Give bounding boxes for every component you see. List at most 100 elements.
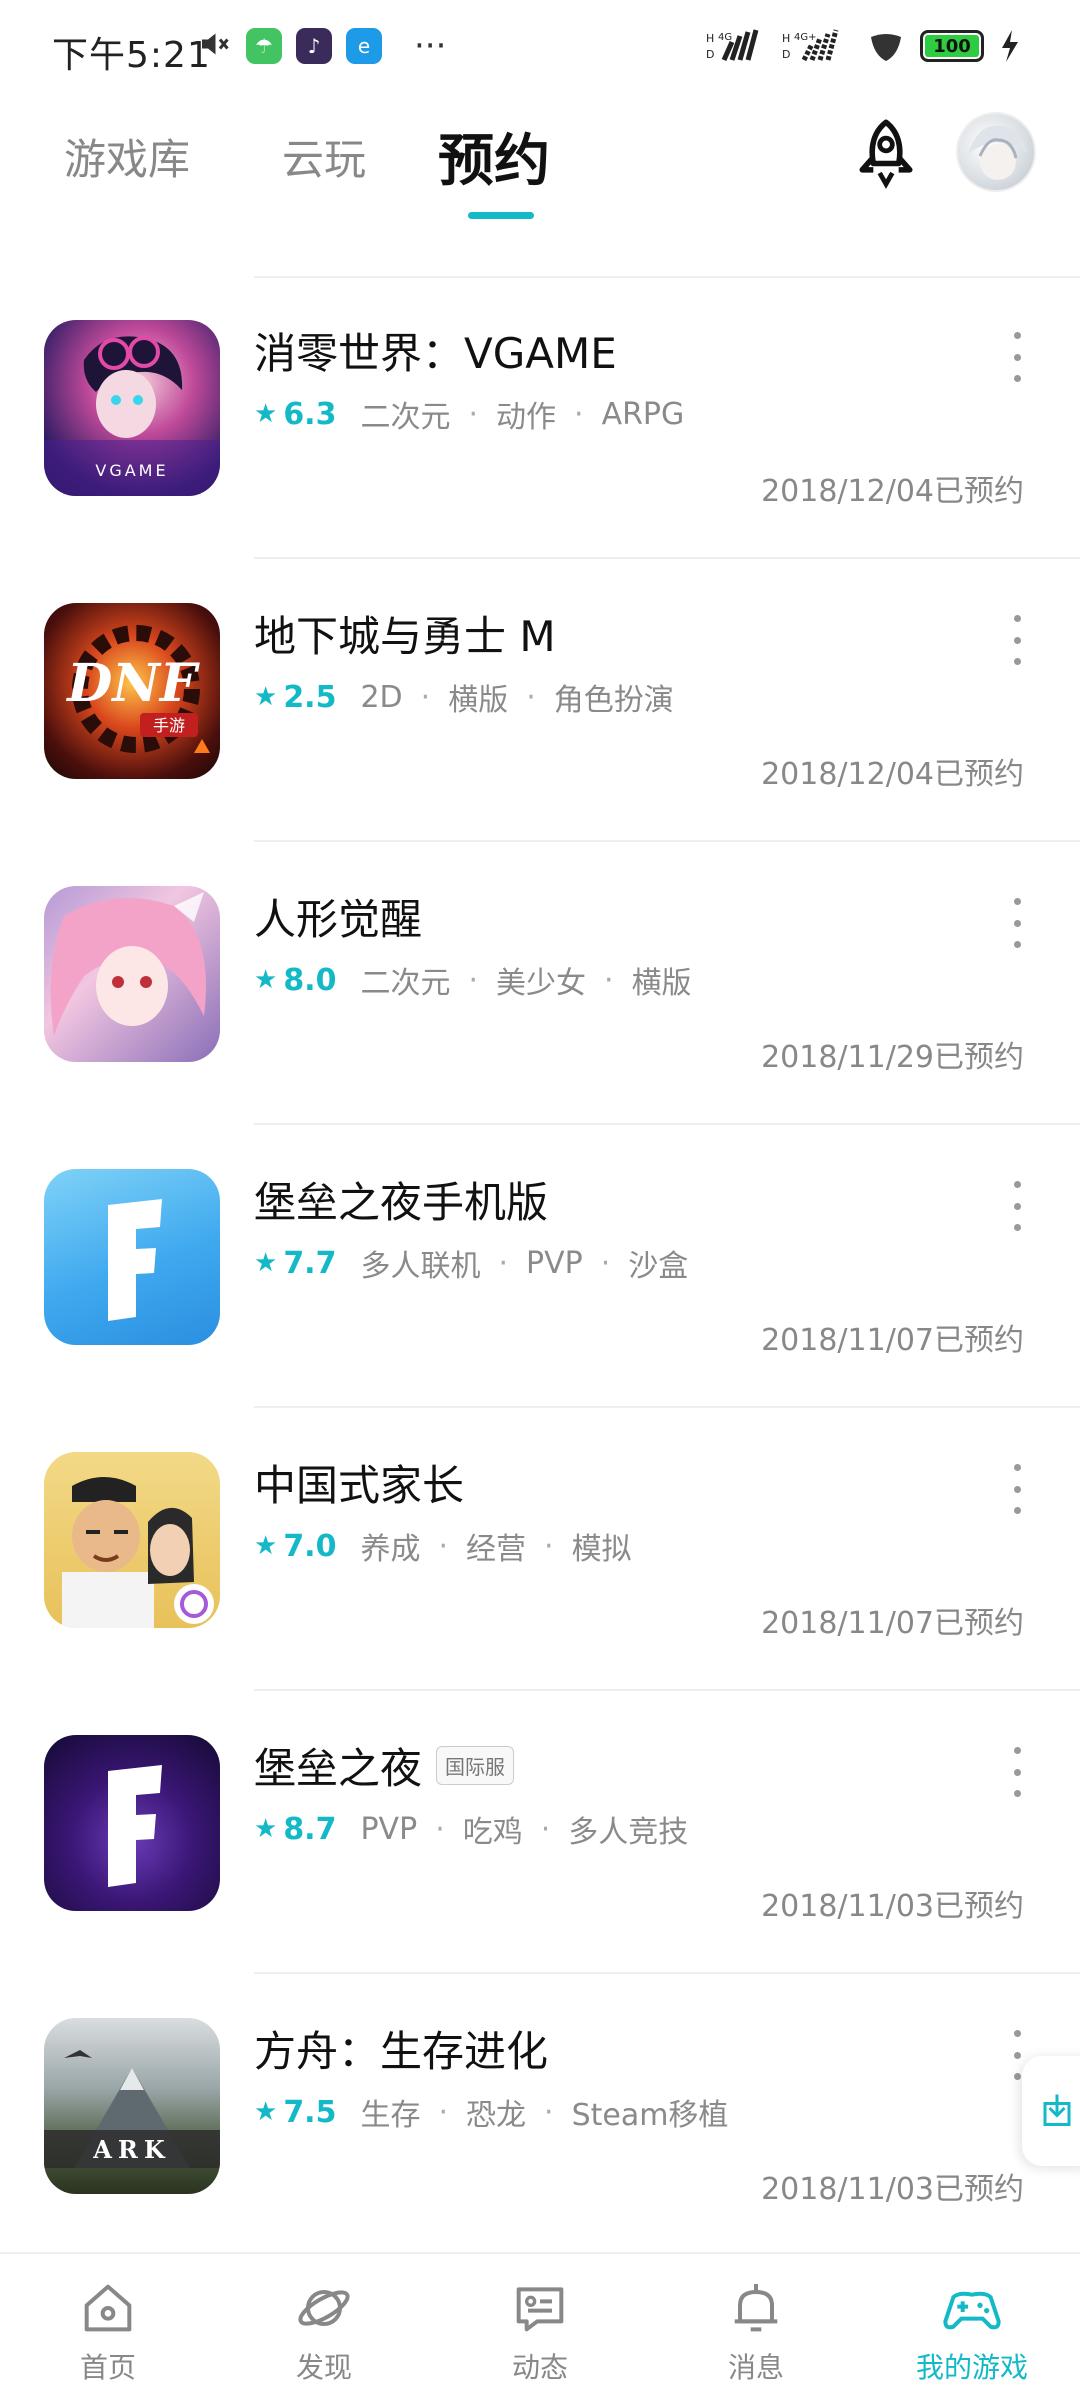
game-tag: 美少女 [496,966,587,1001]
battery-icon: 100 [920,30,984,62]
download-icon [1043,2094,1071,2126]
bottom-nav: 首页 发现 动态 消息 我的游戏 [0,2252,1080,2400]
game-meta: ★ 7.0 养成 · 经营 · 模拟 [254,1524,632,1568]
nav-label: 首页 [79,2351,136,2384]
list-item[interactable]: DNF 手游 地下城与勇士 M ★ 2.5 2D · 横版 · 角色扮演 201… [0,559,1080,842]
game-title: 中国式家长 [254,1461,465,1510]
svg-text:手游: 手游 [153,716,185,735]
game-meta: ★ 7.5 生存 · 恐龙 · Steam移植 [254,2090,728,2134]
more-options-icon[interactable] [1002,898,1032,948]
game-tag: 多人竞技 [568,1815,689,1850]
svg-text:VGAME: VGAME [95,461,168,480]
nav-label: 我的游戏 [915,2351,1028,2384]
game-score: 8.7 [283,1811,337,1847]
game-meta: ★ 8.7 PVP · 吃鸡 · 多人竞技 [254,1807,688,1851]
status-notification-icons: ☂ ♪ e ··· [196,26,446,66]
rocket-icon[interactable] [848,116,924,192]
list-item[interactable]: VGAME 消零世界：VGAME ★ 6.3 二次元 · 动作 · ARPG 2… [0,276,1080,559]
game-tag: 动作 [496,400,557,435]
star-icon: ★ [254,1814,278,1844]
reservation-date: 2018/12/04已预约 [761,757,1024,792]
game-title: 堡垒之夜 [254,1744,423,1793]
shield-vpn-icon [871,34,901,61]
game-icon-ark: ARK [44,2018,220,2194]
nav-item-messages[interactable]: 消息 [648,2254,864,2400]
game-tag: 横版 [631,966,692,1001]
game-score: 6.3 [283,396,337,432]
reservation-date: 2018/11/07已预约 [761,1323,1024,1358]
game-tag: PVP [526,1245,583,1281]
list-item[interactable]: ARK 方舟：生存进化 ★ 7.5 生存 · 恐龙 · Steam移植 2018… [0,1974,1080,2257]
game-score: 7.7 [283,1245,337,1281]
tab-cloud-play[interactable]: 云玩 [282,126,366,187]
compass-planet-icon [298,2290,350,2326]
status-bar: 下午5:21 ☂ ♪ e ··· H D 4G H D 4G+ 100 [0,0,1080,90]
reservation-date: 2018/11/07已预约 [761,1606,1024,1641]
region-badge: 国际服 [436,1746,515,1785]
game-tag: 吃鸡 [462,1815,523,1850]
game-title: 消零世界：VGAME [254,329,617,378]
game-icon-chinese-parents [44,1452,220,1628]
game-meta: ★ 2.5 2D · 横版 · 角色扮演 [254,675,674,719]
svg-text:D: D [782,48,790,61]
game-icon-dnf: DNF 手游 [44,603,220,779]
game-meta: ★ 6.3 二次元 · 动作 · ARPG [254,392,684,436]
svg-text:D: D [706,48,714,61]
list-item[interactable]: 人形觉醒 ★ 8.0 二次元 · 美少女 · 横版 2018/11/29已预约 [0,842,1080,1125]
reservation-date: 2018/12/04已预约 [761,474,1024,509]
game-tag: 多人联机 [360,1249,481,1284]
signal-icon: H D 4G [706,29,759,62]
umbrella-app-icon: ☂ [246,28,282,64]
game-icon-vgame: VGAME [44,320,220,496]
more-options-icon[interactable] [1002,1464,1032,1514]
nav-item-feed[interactable]: 动态 [432,2254,648,2400]
game-meta: ★ 8.0 二次元 · 美少女 · 横版 [254,958,692,1002]
more-options-icon[interactable] [1002,615,1032,665]
list-item[interactable]: 堡垒之夜 国际服 ★ 8.7 PVP · 吃鸡 · 多人竞技 2018/11/0… [0,1691,1080,1974]
svg-text:4G+: 4G+ [794,32,817,43]
bell-icon [734,2284,778,2332]
nav-item-home[interactable]: 首页 [0,2254,216,2400]
svg-text:H: H [782,32,790,45]
tab-reservation[interactable]: 预约 [438,116,550,197]
top-tab-bar: 游戏库 云玩 预约 [0,100,1080,230]
game-score: 8.0 [283,962,337,998]
nav-label: 消息 [727,2351,784,2384]
more-options-icon[interactable] [1002,332,1032,382]
star-icon: ★ [254,2097,278,2127]
nav-item-discover[interactable]: 发现 [216,2254,432,2400]
status-time: 下午5:21 [52,35,211,76]
list-item[interactable]: 堡垒之夜手机版 ★ 7.7 多人联机 · PVP · 沙盒 2018/11/07… [0,1125,1080,1408]
list-item[interactable]: 中国式家长 ★ 7.0 养成 · 经营 · 模拟 2018/11/07已预约 [0,1408,1080,1691]
user-avatar[interactable] [956,112,1036,192]
game-tag: 模拟 [571,1532,632,1567]
reservation-date: 2018/11/03已预约 [761,2172,1024,2207]
game-tag: PVP [360,1811,418,1847]
game-tag: 横版 [448,683,509,718]
star-icon: ★ [254,399,278,429]
game-tag: 2D [360,679,403,715]
game-score: 2.5 [283,679,337,715]
game-title: 地下城与勇士 M [254,612,556,661]
nav-label: 动态 [511,2351,568,2384]
game-title: 堡垒之夜手机版 [254,1178,549,1227]
floating-download-tab[interactable] [1022,2056,1080,2166]
game-score: 7.0 [283,1528,337,1564]
signal-icon-2: H D 4G+ [782,29,839,62]
more-options-icon[interactable] [1002,1181,1032,1231]
game-tag: 角色扮演 [553,683,674,718]
game-title: 方舟：生存进化 [254,2027,549,2076]
active-tab-indicator [468,212,534,219]
gamepad-icon [943,2291,1001,2330]
nav-item-my-games[interactable]: 我的游戏 [864,2254,1080,2400]
game-meta: ★ 7.7 多人联机 · PVP · 沙盒 [254,1241,688,1285]
game-icon-fortnite-mobile [44,1169,220,1345]
game-tag: Steam移植 [571,2098,729,2133]
more-options-icon[interactable] [1002,1747,1032,1797]
tab-game-library[interactable]: 游戏库 [64,126,190,187]
nav-label: 发现 [295,2351,352,2384]
reservation-date: 2018/11/29已预约 [761,1040,1024,1075]
svg-text:H: H [706,32,714,45]
star-icon: ★ [254,682,278,712]
star-icon: ★ [254,1248,278,1278]
